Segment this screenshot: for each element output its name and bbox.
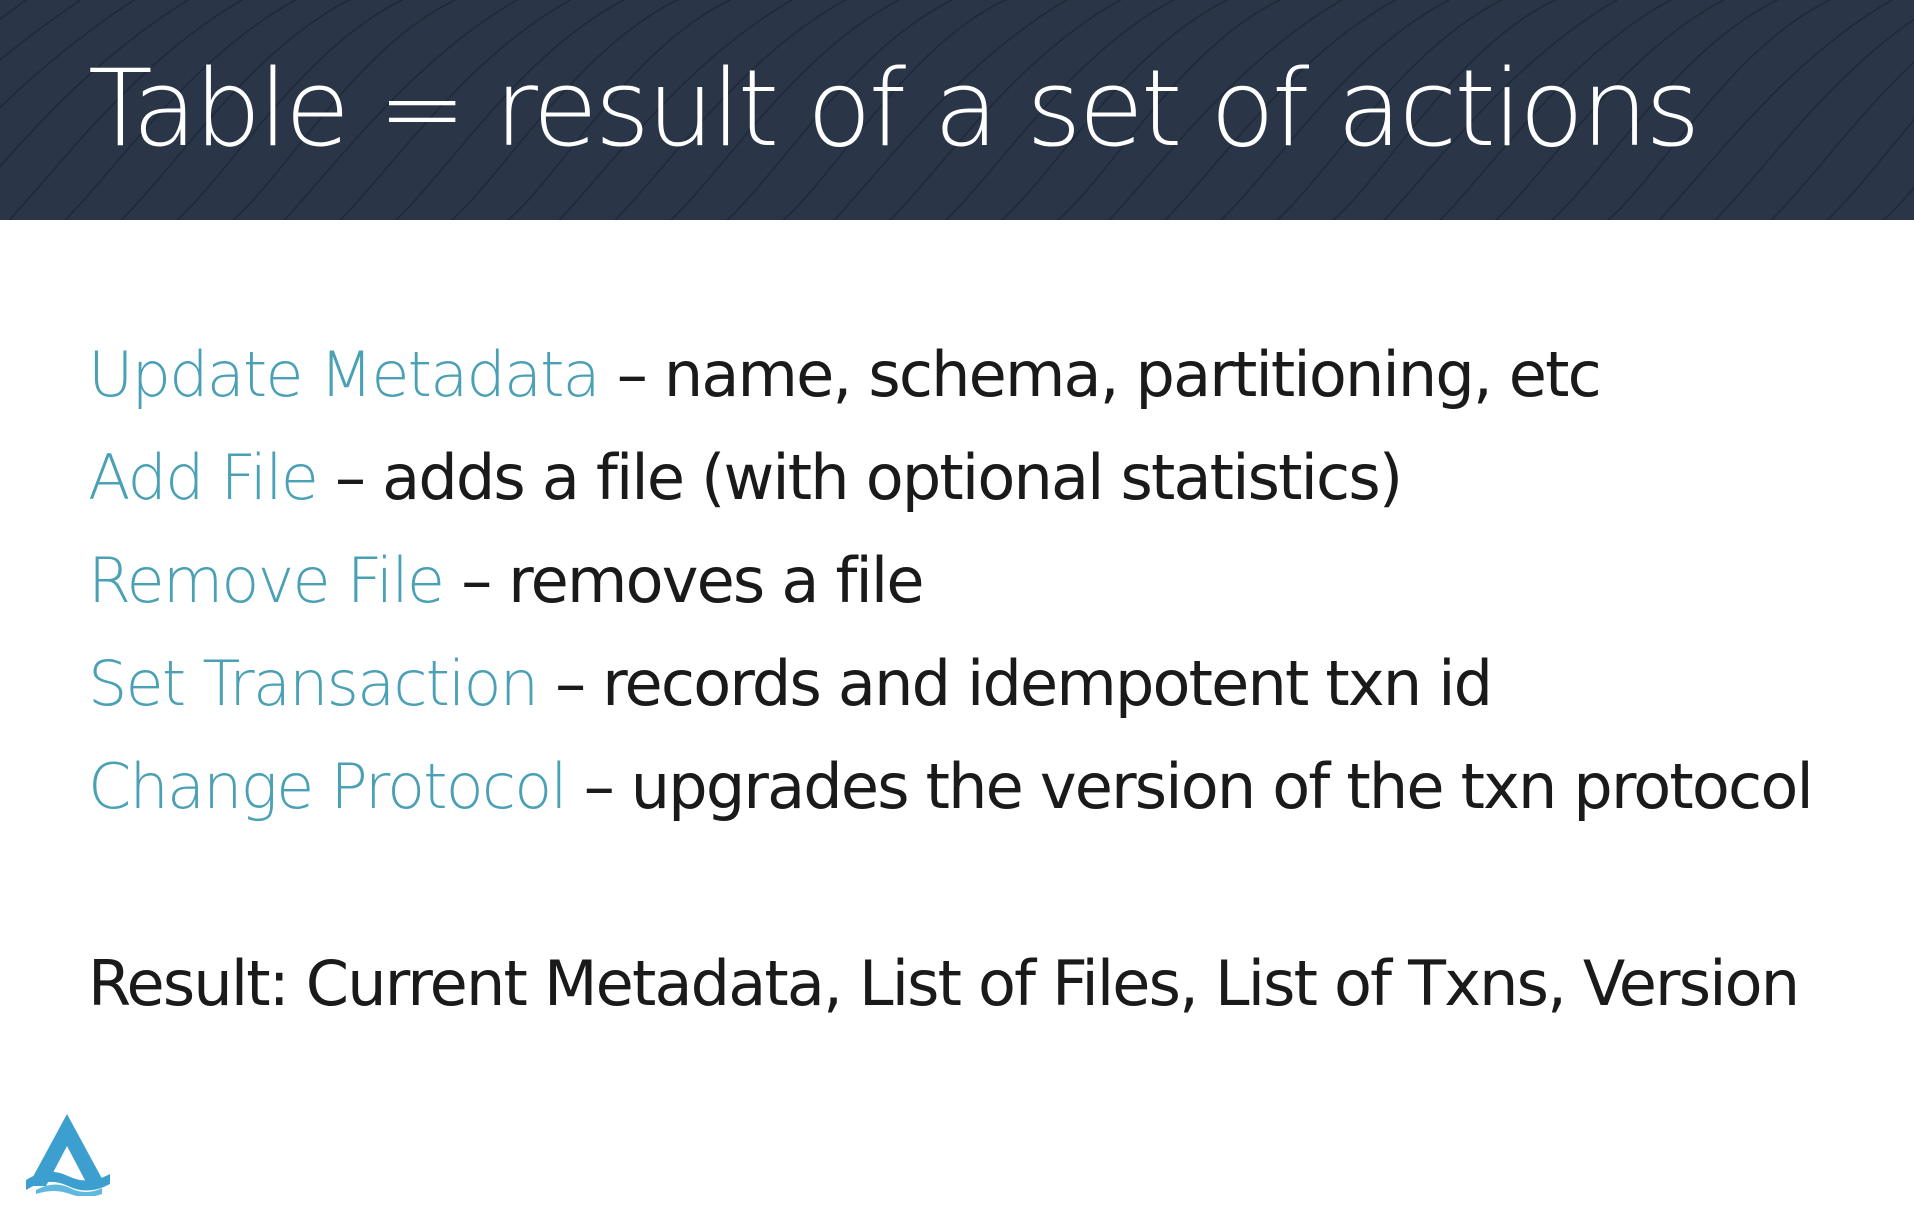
delta-lake-logo-icon — [26, 1114, 110, 1196]
slide-title: Table = result of a set of actions — [88, 47, 1700, 170]
slide: Table = result of a set of actions Updat… — [0, 0, 1914, 1218]
action-description: – name, schema, partitioning, etc — [616, 338, 1602, 411]
action-item: Set Transaction – records and idempotent… — [88, 632, 1812, 735]
action-item: Change Protocol – upgrades the version o… — [88, 735, 1814, 838]
action-description: – records and idempotent txn id — [555, 647, 1493, 720]
action-name: Add File — [88, 441, 319, 514]
action-description: – upgrades the version of the txn protoc… — [583, 750, 1814, 823]
action-name: Change Protocol — [88, 750, 568, 823]
action-name: Update Metadata — [88, 338, 601, 411]
result-summary: Result: Current Metadata, List of Files,… — [88, 947, 1800, 1020]
action-item: Update Metadata – name, schema, partitio… — [88, 323, 1812, 426]
title-banner: Table = result of a set of actions — [0, 0, 1914, 220]
action-list: Update Metadata – name, schema, partitio… — [88, 323, 1814, 838]
action-description: – removes a file — [461, 544, 924, 617]
action-name: Remove File — [88, 544, 445, 617]
action-item: Remove File – removes a file — [88, 529, 1812, 632]
action-description: – adds a file (with optional statistics) — [335, 441, 1403, 514]
action-item: Add File – adds a file (with optional st… — [88, 426, 1812, 529]
action-name: Set Transaction — [88, 647, 539, 720]
